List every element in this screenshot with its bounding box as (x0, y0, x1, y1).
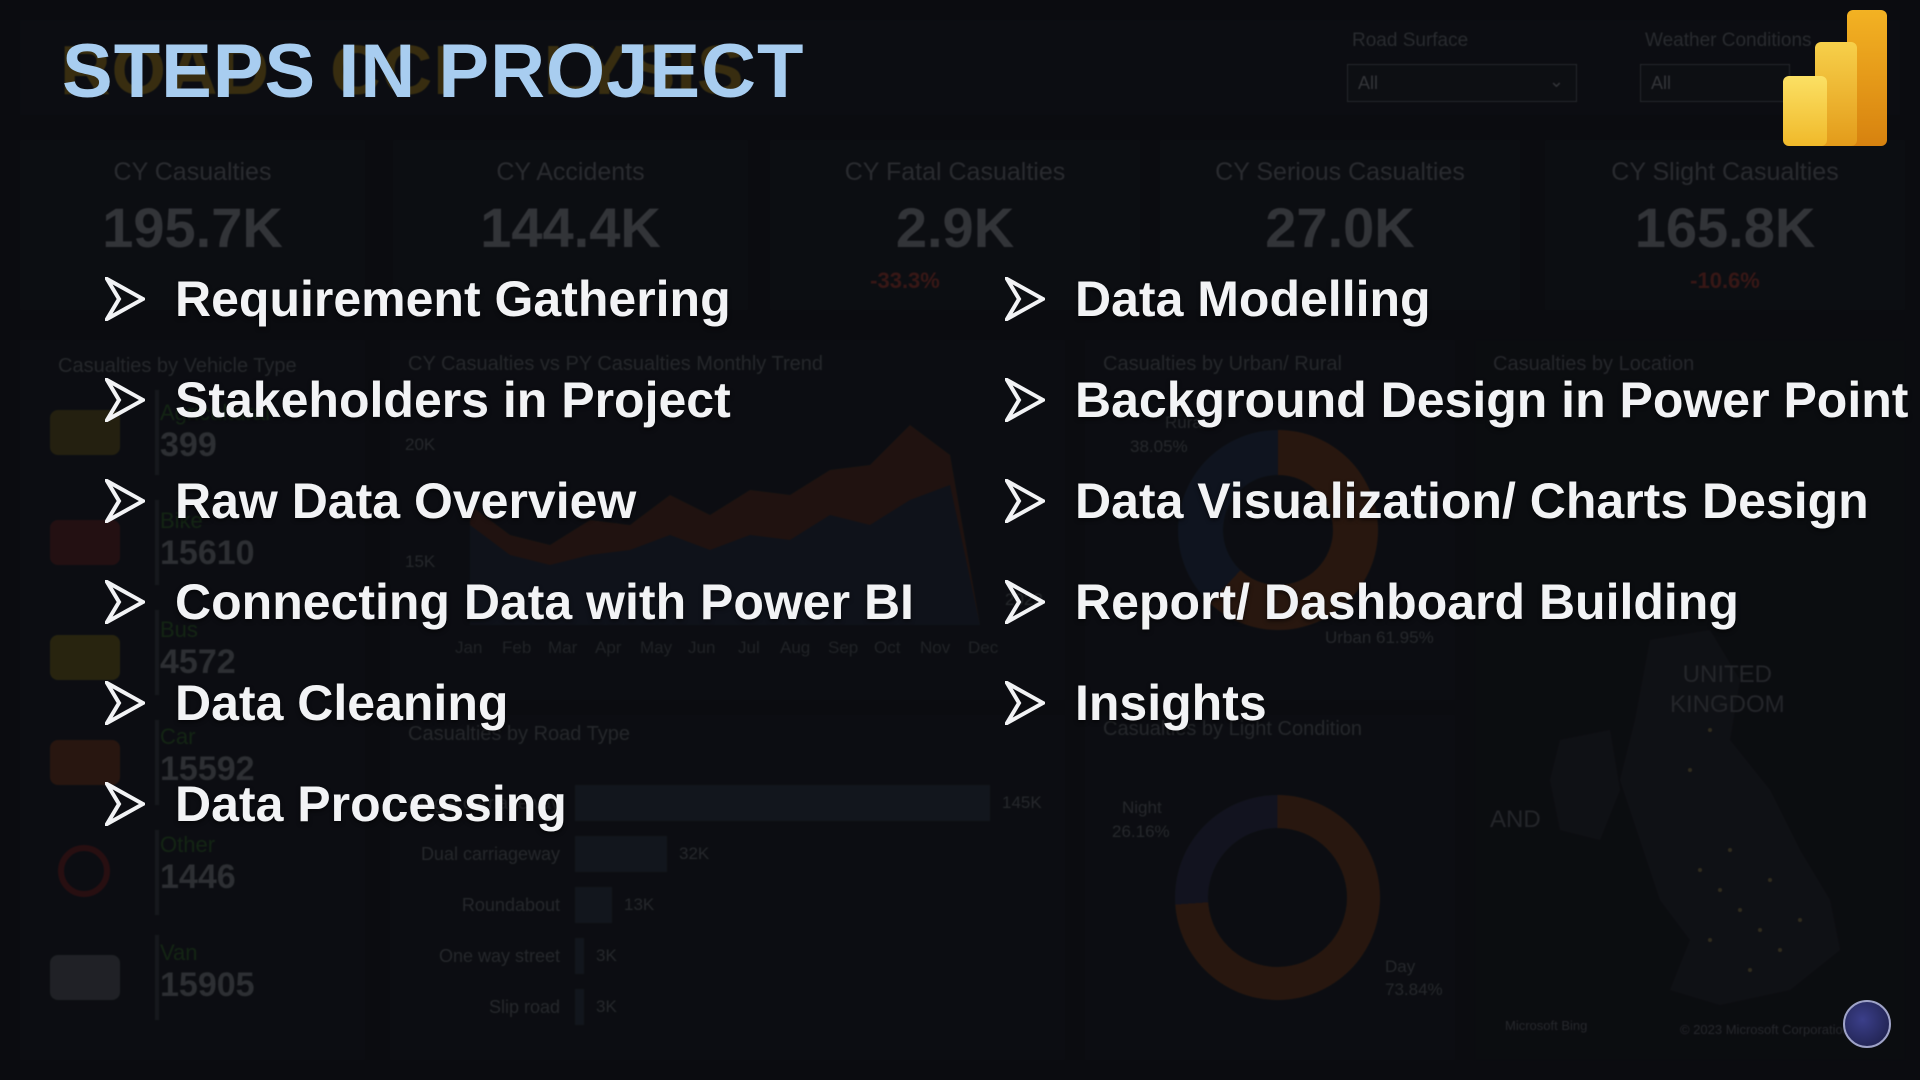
step-item: Background Design in Power Point (1005, 349, 1908, 450)
step-item: Connecting Data with Power BI (105, 551, 914, 652)
step-label: Data Cleaning (175, 674, 509, 731)
step-label: Report/ Dashboard Building (1075, 573, 1739, 630)
step-item: Raw Data Overview (105, 450, 914, 551)
arrow-bullet-icon (105, 274, 175, 324)
arrow-bullet-icon (105, 779, 175, 829)
step-label: Background Design in Power Point (1075, 371, 1909, 428)
step-label: Requirement Gathering (175, 270, 731, 327)
power-bi-logo-icon (1783, 10, 1887, 146)
step-label: Insights (1075, 674, 1267, 731)
arrow-bullet-icon (105, 375, 175, 425)
step-label: Data Modelling (1075, 270, 1431, 327)
slide: ROAD CCI LYSIS Road Surface All ⌄ Weather … (0, 0, 1920, 1080)
step-item: Report/ Dashboard Building (1005, 551, 1908, 652)
step-label: Connecting Data with Power BI (175, 573, 914, 630)
step-label: Data Processing (175, 775, 567, 832)
arrow-bullet-icon (105, 577, 175, 627)
step-label: Raw Data Overview (175, 472, 637, 529)
step-label: Data Visualization/ Charts Design (1075, 472, 1869, 529)
arrow-bullet-icon (1005, 577, 1075, 627)
slide-title: STEPS IN PROJECT (62, 29, 805, 114)
arrow-bullet-icon (1005, 476, 1075, 526)
step-item: Requirement Gathering (105, 248, 914, 349)
step-item: Data Visualization/ Charts Design (1005, 450, 1908, 551)
left-steps-list: Requirement Gathering Stakeholders in Pro… (105, 248, 914, 854)
arrow-bullet-icon (1005, 274, 1075, 324)
arrow-bullet-icon (1005, 678, 1075, 728)
step-item: Stakeholders in Project (105, 349, 914, 450)
step-label: Stakeholders in Project (175, 371, 731, 428)
step-item: Insights (1005, 652, 1908, 753)
right-steps-list: Data Modelling Background Design in Power… (1005, 248, 1908, 753)
arrow-bullet-icon (1005, 375, 1075, 425)
step-item: Data Processing (105, 753, 914, 854)
arrow-bullet-icon (105, 678, 175, 728)
step-item: Data Modelling (1005, 248, 1908, 349)
channel-badge-icon (1843, 1000, 1891, 1048)
step-item: Data Cleaning (105, 652, 914, 753)
arrow-bullet-icon (105, 476, 175, 526)
